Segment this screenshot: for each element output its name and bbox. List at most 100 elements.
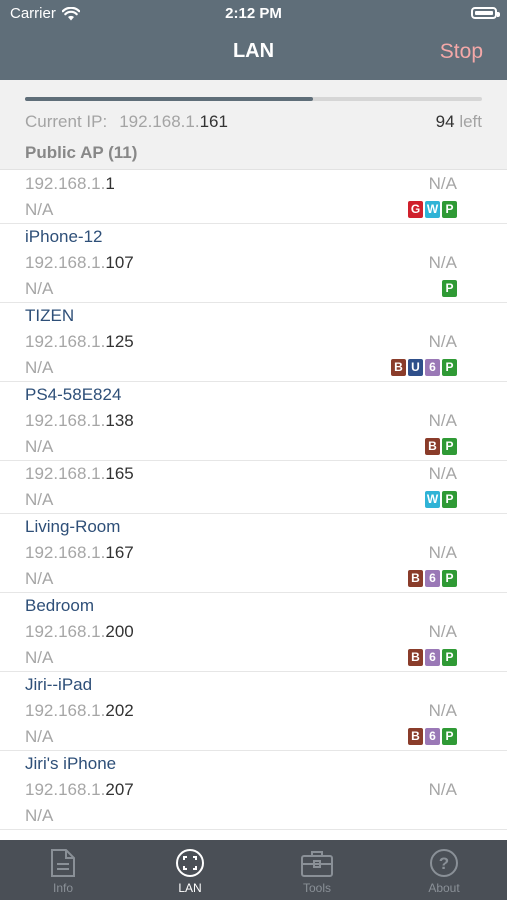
svg-text:?: ?: [439, 854, 449, 873]
device-name: iPhone-12: [25, 227, 103, 246]
device-vendor: N/A: [428, 411, 457, 430]
device-vendor: N/A: [428, 622, 457, 641]
question-icon: ?: [430, 849, 458, 877]
device-mac: N/A: [25, 727, 54, 746]
service-badge: B: [408, 649, 423, 666]
device-row[interactable]: Jiri--iPad 192.168.1.202 N/A N/A B 6 P: [0, 672, 507, 751]
device-ip-last: 202: [105, 701, 134, 720]
current-ip-prefix: 192.168.1.: [119, 112, 200, 131]
service-badge: P: [442, 491, 457, 508]
device-name: PS4-58E824: [25, 385, 122, 404]
service-badge: 6: [425, 728, 440, 745]
device-badges: B6P: [408, 570, 457, 587]
service-badge: P: [442, 280, 457, 297]
device-ip-last: 207: [105, 780, 134, 799]
service-badge: W: [425, 491, 440, 508]
device-row[interactable]: 192.168.1.165 N/A N/A W P: [0, 461, 507, 514]
device-ip-prefix: 192.168.1.: [25, 543, 106, 562]
tab-info-label: Info: [52, 881, 73, 895]
tab-lan[interactable]: LAN: [127, 840, 253, 900]
scan-icon: [176, 849, 204, 877]
tab-tools-label: Tools: [302, 881, 331, 895]
device-row[interactable]: iPhone-12 192.168.1.107 N/A N/A P: [0, 224, 507, 303]
navigation-bar: Carrier 2:12 PM LAN Stop: [0, 0, 507, 80]
device-ip-last: 165: [105, 464, 134, 483]
status-bar: Carrier 2:12 PM: [0, 5, 507, 25]
device-row[interactable]: TIZEN 192.168.1.125 N/A N/A B U 6 P: [0, 303, 507, 382]
device-ip: 192.168.1.138: [25, 411, 134, 430]
remaining-label: left: [459, 112, 482, 131]
device-name: Jiri--iPad: [25, 675, 93, 694]
device-badges: B6P: [408, 728, 457, 745]
device-vendor: N/A: [428, 464, 457, 483]
device-vendor: N/A: [428, 780, 457, 799]
device-row[interactable]: Bedroom 192.168.1.200 N/A N/A B 6 P: [0, 593, 507, 672]
device-ip-last: 107: [105, 253, 134, 272]
service-badge: 6: [425, 649, 440, 666]
device-mac: N/A: [25, 490, 54, 509]
device-name: Bedroom: [25, 596, 94, 615]
service-badge: 6: [425, 359, 440, 376]
device-name: Living-Room: [25, 517, 121, 536]
tab-about[interactable]: ? About: [381, 840, 507, 900]
device-ip-prefix: 192.168.1.: [25, 253, 106, 272]
device-ip: 192.168.1.1: [25, 174, 115, 193]
device-badges: GWP: [408, 201, 457, 218]
device-mac: N/A: [25, 569, 54, 588]
device-row[interactable]: Living-Room 192.168.1.167 N/A N/A B 6 P: [0, 514, 507, 593]
document-icon: [51, 849, 75, 877]
tab-tools[interactable]: Tools: [254, 840, 380, 900]
device-ip-last: 200: [105, 622, 134, 641]
device-mac: N/A: [25, 279, 54, 298]
service-badge: P: [442, 201, 457, 218]
current-ip-label: Current IP:: [25, 112, 108, 131]
tab-bar: Info LAN Tools ? About: [0, 840, 507, 900]
device-list[interactable]: 192.168.1.1 N/A N/A G W PiPhone-12 192.168.1.1…: [0, 171, 507, 840]
device-ip-prefix: 192.168.1.: [25, 701, 106, 720]
remaining-counter: 94 left: [436, 112, 482, 132]
device-vendor: N/A: [428, 332, 457, 351]
battery-icon: [471, 7, 500, 19]
device-mac: N/A: [25, 437, 54, 456]
status-time: 2:12 PM: [225, 5, 282, 22]
service-badge: W: [425, 201, 440, 218]
device-row[interactable]: Jiri's iPhone 192.168.1.207 N/A N/A: [0, 751, 507, 830]
device-vendor: N/A: [428, 253, 457, 272]
device-ip: 192.168.1.107: [25, 253, 134, 272]
device-ip-prefix: 192.168.1.: [25, 411, 106, 430]
service-badge: 6: [425, 570, 440, 587]
tab-lan-label: LAN: [178, 881, 202, 895]
scan-progress-fill: [25, 97, 313, 101]
device-ip-last: 1: [105, 174, 115, 193]
device-row[interactable]: PS4-58E824 192.168.1.138 N/A N/A B P: [0, 382, 507, 461]
device-row[interactable]: 192.168.1.1 N/A N/A G W P: [0, 171, 507, 224]
device-ip-last: 167: [105, 543, 134, 562]
device-ip-last: 138: [105, 411, 134, 430]
device-ip: 192.168.1.207: [25, 780, 134, 799]
current-ip: Current IP: 192.168.1.161: [25, 112, 228, 132]
device-ip: 192.168.1.165: [25, 464, 134, 483]
divider: [0, 169, 507, 170]
device-mac: N/A: [25, 200, 54, 219]
device-vendor: N/A: [428, 543, 457, 562]
device-badges: WP: [425, 491, 457, 508]
device-ip-prefix: 192.168.1.: [25, 780, 106, 799]
service-badge: P: [442, 438, 457, 455]
device-ip-prefix: 192.168.1.: [25, 174, 106, 193]
tab-info[interactable]: Info: [0, 840, 126, 900]
device-vendor: N/A: [428, 701, 457, 720]
scan-header: Current IP: 192.168.1.161 94 left Public …: [0, 80, 507, 170]
device-ip-prefix: 192.168.1.: [25, 622, 106, 641]
service-badge: B: [391, 359, 406, 376]
device-badges: P: [442, 280, 457, 297]
device-ip-prefix: 192.168.1.: [25, 332, 106, 351]
device-badges: BU6P: [391, 359, 457, 376]
service-badge: P: [442, 359, 457, 376]
current-ip-last: 161: [199, 112, 228, 131]
section-header: Public AP (11): [25, 143, 138, 162]
device-name: TIZEN: [25, 306, 75, 325]
stop-button[interactable]: Stop: [440, 40, 483, 64]
service-badge: B: [408, 570, 423, 587]
device-ip: 192.168.1.200: [25, 622, 134, 641]
device-mac: N/A: [25, 806, 54, 825]
